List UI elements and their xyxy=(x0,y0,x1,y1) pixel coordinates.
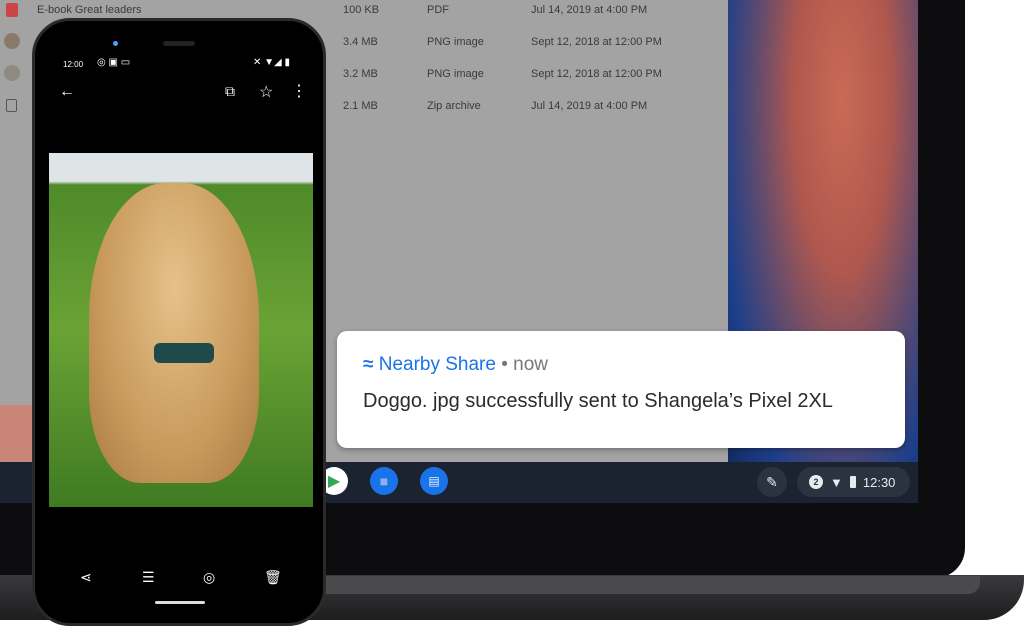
dog xyxy=(89,183,259,483)
dog-photo xyxy=(49,153,313,507)
file-name: E-book Great leaders xyxy=(37,4,142,16)
file-size: 2.1 MB xyxy=(343,100,378,112)
file-type: PDF xyxy=(427,4,449,16)
avatar xyxy=(4,65,20,81)
delete-icon[interactable]: 🗑 xyxy=(264,569,282,586)
file-size: 3.2 MB xyxy=(343,68,378,80)
battery-icon xyxy=(849,476,856,488)
notification-icons: ◎ ▣ ▭ xyxy=(97,57,131,68)
notification-time: • now xyxy=(495,354,549,375)
messages-icon[interactable]: ▤ xyxy=(420,467,448,495)
edit-icon[interactable]: ☰ xyxy=(142,569,155,586)
file-size: 100 KB xyxy=(343,4,380,16)
status-tray[interactable]: 2 ▼ 12:30 xyxy=(797,467,910,497)
cast-icon[interactable]: ⧉ xyxy=(225,83,235,100)
nearby-share-notification[interactable]: ≈ Nearby Share • now Doggo. jpg successf… xyxy=(337,331,905,448)
file-date: Jul 14, 2019 at 4:00 PM xyxy=(531,4,648,16)
speaker xyxy=(163,41,195,46)
phone: 12:00 ◎ ▣ ▭ ✕ ▼◢ ▮ ← ⧉ ☆ ⋮ ⋖ ☰ ◎ 🗑 xyxy=(32,18,326,626)
nearby-share-icon: ≈ xyxy=(363,354,374,375)
share-icon[interactable]: ⋖ xyxy=(80,569,92,586)
files-icon[interactable]: ■ xyxy=(370,467,398,495)
zip-icon xyxy=(6,99,17,112)
wifi-icon: ▼ xyxy=(830,474,843,490)
back-icon[interactable]: ← xyxy=(59,83,75,101)
avatar xyxy=(4,33,20,49)
pdf-icon xyxy=(6,3,18,17)
file-type: PNG image xyxy=(427,36,484,48)
camera-icon xyxy=(113,41,118,46)
more-icon[interactable]: ⋮ xyxy=(291,81,307,101)
bow-tie xyxy=(154,343,214,363)
status-time: 12:00 xyxy=(63,60,84,69)
status-icons: ✕ ▼◢ ▮ xyxy=(253,57,291,68)
lens-icon[interactable]: ◎ xyxy=(203,569,215,586)
file-date: Sept 12, 2018 at 12:00 PM xyxy=(531,68,662,80)
home-indicator[interactable] xyxy=(155,601,205,604)
star-icon[interactable]: ☆ xyxy=(259,82,273,102)
file-type: PNG image xyxy=(427,68,484,80)
file-type: Zip archive xyxy=(427,100,481,112)
file-date: Jul 14, 2019 at 4:00 PM xyxy=(531,100,648,112)
file-date: Sept 12, 2018 at 12:00 PM xyxy=(531,36,662,48)
notification-count-badge: 2 xyxy=(809,475,823,489)
notification-message: Doggo. jpg successfully sent to Shangela… xyxy=(363,390,833,412)
clock: 12:30 xyxy=(862,474,896,490)
laptop-hinge xyxy=(300,576,980,594)
stylus-icon[interactable]: ✎ xyxy=(757,467,787,497)
file-size: 3.4 MB xyxy=(343,36,378,48)
notification-app-name: Nearby Share xyxy=(378,354,496,375)
